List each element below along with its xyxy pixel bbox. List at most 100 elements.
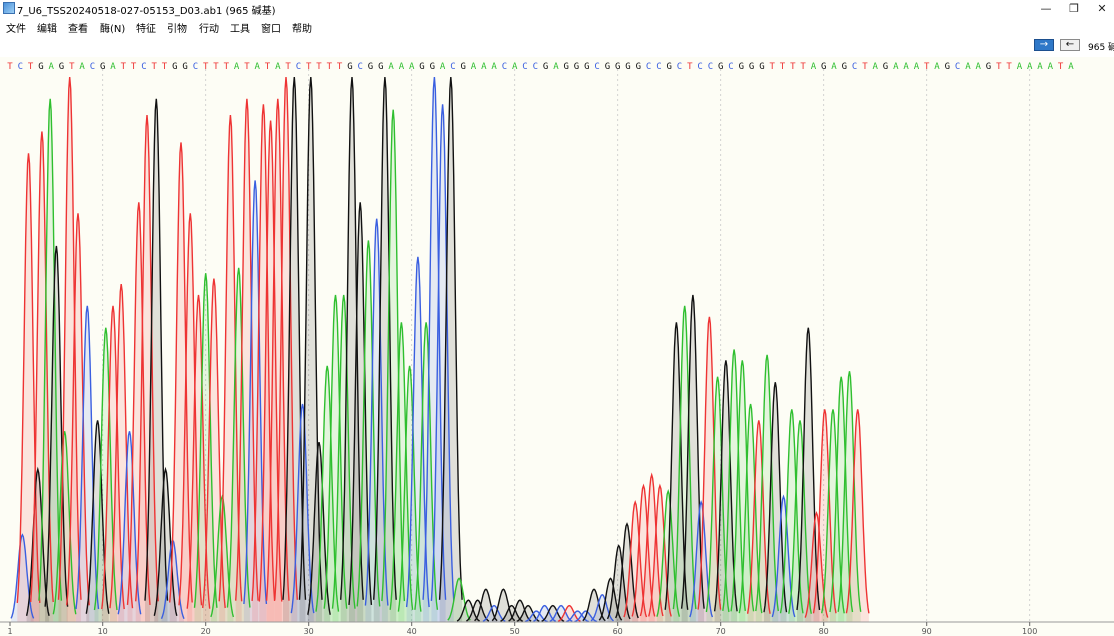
base-call-100[interactable]: A (1027, 62, 1033, 72)
base-call-10[interactable]: G (100, 62, 105, 72)
menu-enzyme[interactable]: 酶(N) (100, 20, 125, 35)
base-call-21[interactable]: T (213, 62, 219, 72)
base-call-41[interactable]: G (419, 62, 424, 72)
base-call-76[interactable]: T (780, 62, 786, 72)
back-arrow-button[interactable]: ← (1060, 39, 1080, 51)
base-call-70[interactable]: G (718, 62, 723, 72)
base-call-84[interactable]: T (862, 62, 868, 72)
base-call-77[interactable]: T (790, 62, 796, 72)
chromatogram-trace[interactable]: TCTGAGTACGATTCTTGGCTTTATATATCTTTTGCGGAAA… (0, 57, 1114, 636)
base-call-27[interactable]: A (275, 62, 281, 72)
base-call-34[interactable]: G (347, 62, 352, 72)
base-call-12[interactable]: T (121, 62, 127, 72)
base-call-11[interactable]: A (110, 62, 116, 72)
base-call-19[interactable]: C (193, 62, 198, 72)
base-call-90[interactable]: T (924, 62, 930, 72)
base-call-75[interactable]: T (769, 62, 775, 72)
base-call-86[interactable]: G (883, 62, 888, 72)
base-call-2[interactable]: C (18, 62, 23, 72)
base-call-71[interactable]: C (728, 62, 733, 72)
base-call-52[interactable]: C (533, 62, 538, 72)
chromatogram-view[interactable]: TCTGAGTACGATTCTTGGCTTTATATATCTTTTGCGGAAA… (0, 57, 1114, 636)
menu-window[interactable]: 窗口 (261, 20, 281, 35)
base-call-6[interactable]: G (59, 62, 64, 72)
base-call-17[interactable]: G (172, 62, 177, 72)
base-call-88[interactable]: A (903, 62, 909, 72)
base-call-65[interactable]: G (666, 62, 671, 72)
base-call-96[interactable]: G (986, 62, 991, 72)
base-call-20[interactable]: T (203, 62, 209, 72)
base-call-83[interactable]: C (852, 62, 857, 72)
base-call-74[interactable]: G (759, 62, 764, 72)
base-call-47[interactable]: A (481, 62, 487, 72)
base-call-42[interactable]: G (430, 62, 435, 72)
base-call-72[interactable]: G (739, 62, 744, 72)
base-call-51[interactable]: C (522, 62, 527, 72)
base-call-93[interactable]: C (955, 62, 960, 72)
base-call-94[interactable]: A (965, 62, 971, 72)
base-call-32[interactable]: T (327, 62, 333, 72)
base-call-104[interactable]: A (1068, 62, 1074, 72)
base-call-56[interactable]: G (574, 62, 579, 72)
base-call-92[interactable]: G (945, 62, 950, 72)
menu-view[interactable]: 查看 (68, 20, 88, 35)
base-call-25[interactable]: A (254, 62, 260, 72)
base-call-85[interactable]: A (872, 62, 878, 72)
menu-file[interactable]: 文件 (6, 20, 26, 35)
base-call-67[interactable]: T (687, 62, 693, 72)
base-call-66[interactable]: C (677, 62, 682, 72)
base-call-79[interactable]: A (811, 62, 817, 72)
base-call-69[interactable]: C (708, 62, 713, 72)
menu-feature[interactable]: 特征 (136, 20, 156, 35)
base-call-16[interactable]: T (162, 62, 168, 72)
base-call-39[interactable]: A (399, 62, 405, 72)
base-call-59[interactable]: G (605, 62, 610, 72)
menu-help[interactable]: 帮助 (292, 20, 312, 35)
base-call-43[interactable]: A (440, 62, 446, 72)
minimize-button[interactable]: — (1036, 1, 1056, 16)
base-call-95[interactable]: A (975, 62, 981, 72)
base-call-101[interactable]: A (1037, 62, 1043, 72)
base-call-60[interactable]: G (615, 62, 620, 72)
base-call-18[interactable]: G (182, 62, 187, 72)
base-call-1[interactable]: T (7, 62, 13, 72)
base-call-78[interactable]: T (800, 62, 806, 72)
base-call-5[interactable]: A (48, 62, 54, 72)
base-call-30[interactable]: T (306, 62, 312, 72)
base-call-14[interactable]: C (141, 62, 146, 72)
base-call-33[interactable]: T (337, 62, 343, 72)
base-call-29[interactable]: C (296, 62, 301, 72)
base-call-36[interactable]: G (368, 62, 373, 72)
base-call-82[interactable]: G (842, 62, 847, 72)
close-button[interactable]: ✕ (1092, 1, 1112, 16)
base-call-97[interactable]: T (996, 62, 1002, 72)
base-call-99[interactable]: A (1017, 62, 1023, 72)
base-call-45[interactable]: G (460, 62, 465, 72)
base-call-28[interactable]: T (285, 62, 291, 72)
base-call-40[interactable]: A (409, 62, 415, 72)
base-call-89[interactable]: A (914, 62, 920, 72)
base-call-8[interactable]: A (79, 62, 85, 72)
base-call-54[interactable]: A (553, 62, 559, 72)
menu-tools[interactable]: 工具 (230, 20, 250, 35)
menu-action[interactable]: 行动 (199, 20, 219, 35)
base-call-53[interactable]: G (543, 62, 548, 72)
base-call-64[interactable]: C (656, 62, 661, 72)
base-call-48[interactable]: A (491, 62, 497, 72)
base-call-24[interactable]: T (244, 62, 250, 72)
restore-button[interactable]: ❐ (1064, 1, 1084, 16)
base-call-87[interactable]: A (893, 62, 899, 72)
base-call-35[interactable]: C (357, 62, 362, 72)
forward-arrow-button[interactable]: → (1034, 39, 1054, 51)
base-call-15[interactable]: T (151, 62, 157, 72)
base-call-103[interactable]: T (1058, 62, 1064, 72)
menu-primer[interactable]: 引物 (167, 20, 187, 35)
base-call-73[interactable]: G (749, 62, 754, 72)
base-call-31[interactable]: T (316, 62, 322, 72)
base-call-62[interactable]: G (636, 62, 641, 72)
base-call-81[interactable]: A (831, 62, 837, 72)
base-call-22[interactable]: T (224, 62, 230, 72)
base-call-102[interactable]: A (1048, 62, 1054, 72)
base-call-26[interactable]: T (265, 62, 271, 72)
base-call-63[interactable]: C (646, 62, 651, 72)
